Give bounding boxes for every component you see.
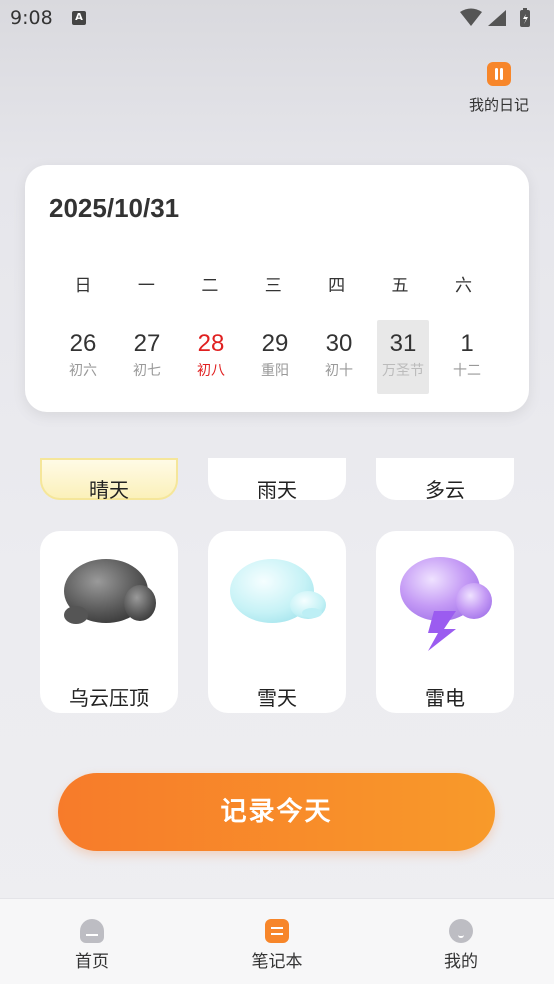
- day-row: 26 初六 27 初七 28 初八 29 重阳 30 初十 31 万圣节 1 十…: [51, 320, 505, 394]
- nav-notebook[interactable]: 笔记本: [232, 919, 322, 972]
- calendar-day-today[interactable]: 28 初八: [179, 320, 243, 394]
- home-icon: [80, 919, 104, 943]
- day-number: 31: [389, 330, 417, 357]
- day-number: 1: [460, 330, 474, 357]
- weather-thunder-card[interactable]: 雷电: [376, 531, 514, 713]
- weather-label: 乌云压顶: [69, 686, 149, 710]
- day-number: 26: [69, 330, 97, 357]
- dark-cloud-icon: [64, 559, 156, 624]
- weather-label: 晴天: [89, 478, 129, 502]
- nav-notebook-label: 笔记本: [251, 952, 303, 972]
- lunar-date: 重阳: [261, 363, 289, 379]
- calendar-day[interactable]: 1 十二: [435, 320, 499, 394]
- lunar-date: 初八: [197, 363, 225, 379]
- record-today-button[interactable]: 记录今天: [58, 773, 495, 851]
- weekday-label: 四: [328, 276, 346, 296]
- calendar-card: 2025/10/31 日 一 二 三 四 五 六 26 初六 27 初七 28 …: [25, 165, 529, 412]
- calendar-day[interactable]: 30 初十: [307, 320, 371, 394]
- weather-label: 雪天: [257, 686, 297, 710]
- notification-icon: A: [72, 11, 86, 25]
- calendar-day[interactable]: 29 重阳: [243, 320, 307, 394]
- nav-mine[interactable]: 我的: [416, 919, 506, 972]
- calendar-date[interactable]: 2025/10/31: [49, 193, 179, 224]
- my-diary-button[interactable]: 我的日记: [464, 60, 534, 116]
- weekday-label: 三: [264, 276, 282, 296]
- profile-icon: [449, 919, 473, 943]
- thunder-cloud-icon: [400, 557, 492, 651]
- lunar-date: 万圣节: [382, 363, 424, 379]
- weekday-label: 日: [74, 276, 92, 296]
- weather-rainy-card[interactable]: 雨天: [208, 458, 346, 502]
- weekday-label: 二: [201, 276, 219, 296]
- nav-home-label: 首页: [75, 952, 109, 972]
- pause-icon: [487, 62, 511, 86]
- weather-snowy-card[interactable]: 雪天: [208, 531, 346, 713]
- calendar-day[interactable]: 27 初七: [115, 320, 179, 394]
- bottom-nav: 首页 笔记本 我的: [0, 898, 554, 984]
- lunar-date: 十二: [453, 363, 481, 379]
- lunar-date: 初七: [133, 363, 161, 379]
- day-number: 27: [133, 330, 161, 357]
- weekday-label: 六: [454, 276, 472, 296]
- weather-label: 多云: [425, 478, 465, 502]
- weather-row-top: 晴天 雨天 多云: [40, 458, 514, 502]
- weather-cloudy-card[interactable]: 多云: [376, 458, 514, 502]
- lunar-date: 初十: [325, 363, 353, 379]
- weather-sunny-card[interactable]: 晴天: [40, 458, 178, 502]
- weekday-row: 日 一 二 三 四 五 六: [51, 271, 505, 296]
- status-bar: 9:08 A: [0, 0, 554, 36]
- weather-label: 雨天: [257, 478, 297, 502]
- snow-cloud-icon: [230, 559, 326, 623]
- nav-home[interactable]: 首页: [47, 919, 137, 972]
- nav-mine-label: 我的: [444, 952, 478, 972]
- calendar-day-selected[interactable]: 31 万圣节: [377, 320, 429, 394]
- wifi-icon: [460, 8, 482, 26]
- status-time: 9:08: [10, 7, 53, 29]
- notebook-icon: [265, 919, 289, 943]
- day-number: 28: [197, 330, 225, 357]
- day-number: 29: [261, 330, 289, 357]
- signal-icon: [488, 10, 506, 26]
- day-number: 30: [325, 330, 353, 357]
- weather-label: 雷电: [425, 686, 465, 710]
- calendar-day[interactable]: 26 初六: [51, 320, 115, 394]
- weather-dark-clouds-card[interactable]: 乌云压顶: [40, 531, 178, 713]
- lunar-date: 初六: [69, 363, 97, 379]
- weekday-label: 一: [137, 276, 155, 296]
- my-diary-label: 我的日记: [468, 96, 529, 114]
- status-icons: [460, 8, 530, 27]
- weekday-label: 五: [391, 276, 409, 296]
